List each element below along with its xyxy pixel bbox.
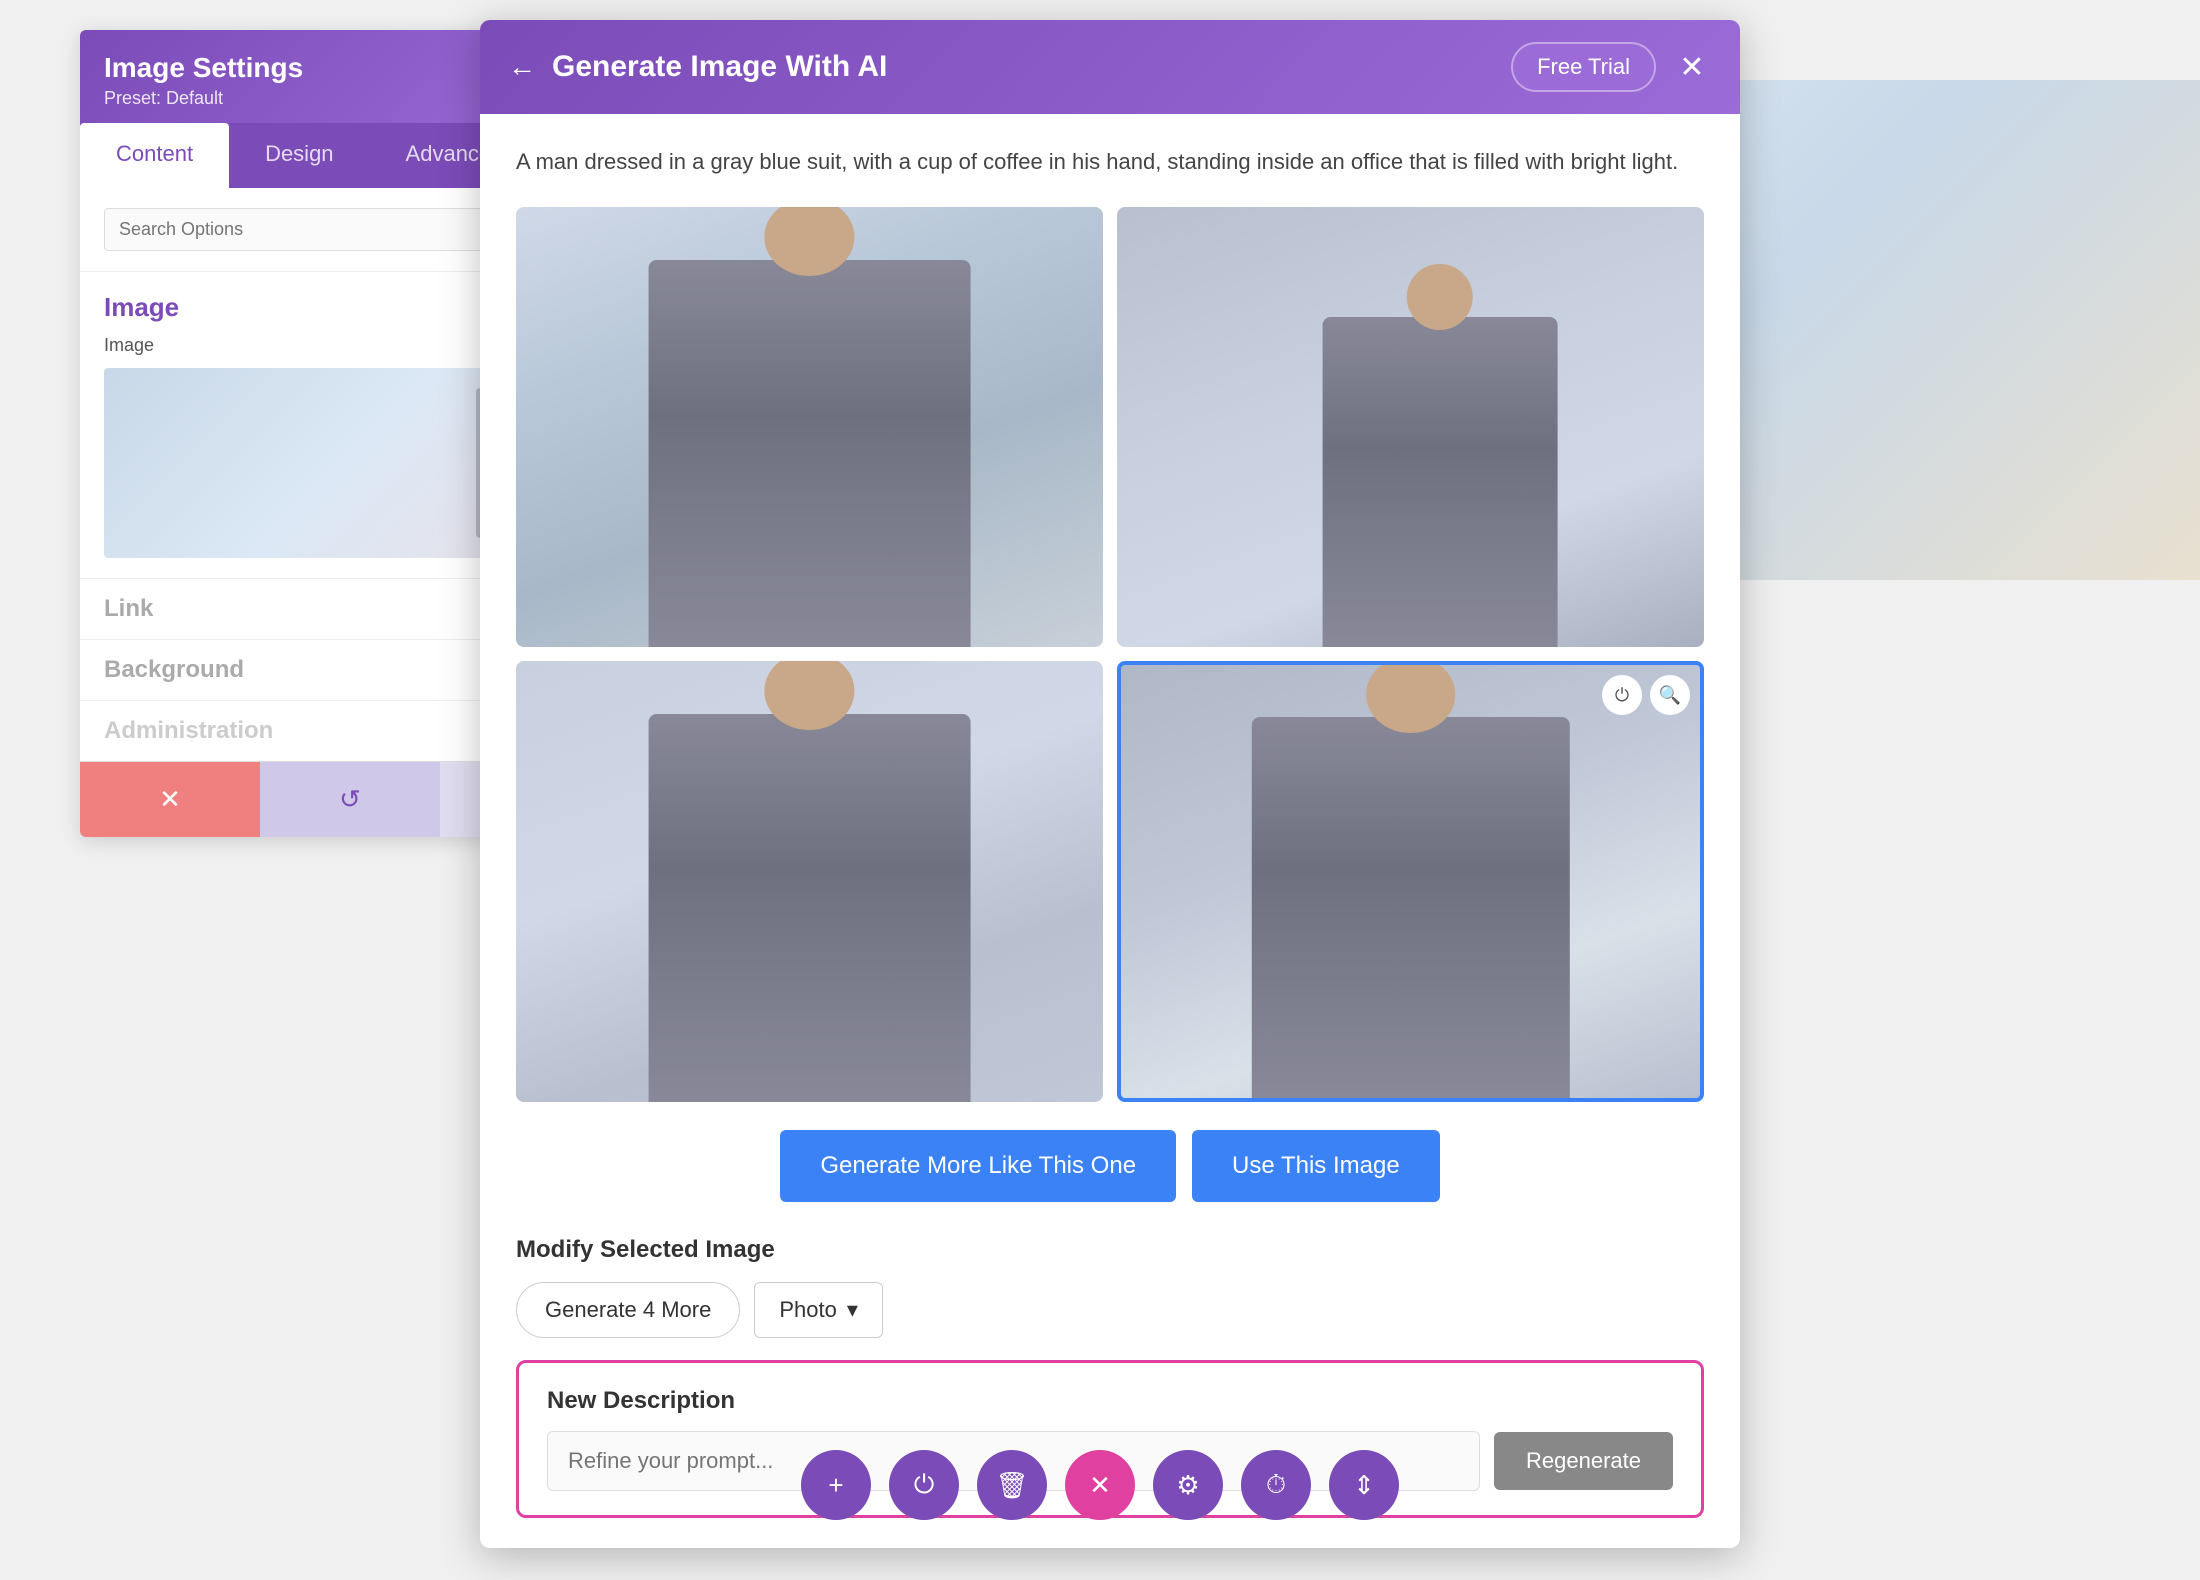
tab-content[interactable]: Content xyxy=(80,123,229,188)
generate-4-more-button[interactable]: Generate 4 More xyxy=(516,1282,740,1338)
ai-modal-title-group: ← Generate Image With AI xyxy=(508,50,887,84)
image-cell-4[interactable]: ⏻ 🔍 xyxy=(1117,661,1704,1101)
free-trial-badge[interactable]: Free Trial xyxy=(1511,42,1656,92)
person-head-4 xyxy=(1366,661,1455,732)
person-figure-1 xyxy=(648,260,971,647)
ai-modal-header: ← Generate Image With AI Free Trial ✕ xyxy=(480,20,1740,114)
ai-modal-body: A man dressed in a gray blue suit, with … xyxy=(480,114,1740,1548)
panel-title: Image Settings xyxy=(104,52,303,84)
person-head-3 xyxy=(764,661,854,729)
back-arrow-icon[interactable]: ← xyxy=(508,51,536,83)
tab-design[interactable]: Design xyxy=(229,123,369,188)
reset-button[interactable]: ↺ xyxy=(260,762,440,837)
new-desc-title: New Description xyxy=(547,1387,1673,1415)
modify-section: Modify Selected Image Generate 4 More Ph… xyxy=(516,1236,1704,1338)
image-overlay: ⏻ 🔍 xyxy=(1602,675,1690,715)
image-power-icon[interactable]: ⏻ xyxy=(1602,675,1642,715)
modify-controls: Generate 4 More Photo ▾ xyxy=(516,1282,1704,1338)
style-select[interactable]: Photo ▾ xyxy=(754,1282,883,1338)
ai-modal: ← Generate Image With AI Free Trial ✕ A … xyxy=(480,20,1740,1548)
panel-preset[interactable]: Preset: Default xyxy=(104,88,303,109)
image-cell-3[interactable] xyxy=(516,661,1103,1101)
person-figure-3 xyxy=(648,714,971,1101)
image-grid: ⏻ 🔍 xyxy=(516,207,1704,1102)
generate-more-button[interactable]: Generate More Like This One xyxy=(780,1130,1176,1202)
ai-description: A man dressed in a gray blue suit, with … xyxy=(516,144,1704,179)
ai-modal-title: Generate Image With AI xyxy=(552,50,887,84)
panel-title-group: Image Settings Preset: Default xyxy=(104,52,303,109)
close-icon[interactable]: ✕ xyxy=(1672,47,1712,87)
chevron-down-icon: ▾ xyxy=(847,1297,858,1323)
regenerate-button[interactable]: Regenerate xyxy=(1494,1432,1673,1490)
person-figure-2 xyxy=(1322,317,1557,647)
power-button[interactable]: ⏻ xyxy=(889,1450,959,1520)
ai-modal-actions: Free Trial ✕ xyxy=(1511,42,1712,92)
person-head-1 xyxy=(764,207,854,275)
bottom-toolbar: + ⏻ 🗑 ✕ ⚙ ⏱ ⇕ xyxy=(801,1450,1399,1520)
close-active-button[interactable]: ✕ xyxy=(1065,1450,1135,1520)
use-image-button[interactable]: Use This Image xyxy=(1192,1130,1440,1202)
settings-button[interactable]: ⚙ xyxy=(1153,1450,1223,1520)
add-button[interactable]: + xyxy=(801,1450,871,1520)
delete-button[interactable]: 🗑 xyxy=(977,1450,1047,1520)
history-button[interactable]: ⏱ xyxy=(1241,1450,1311,1520)
person-figure-4 xyxy=(1251,717,1569,1097)
person-head-2 xyxy=(1407,264,1473,330)
image-cell-2[interactable] xyxy=(1117,207,1704,647)
image-cell-1[interactable] xyxy=(516,207,1103,647)
modify-title: Modify Selected Image xyxy=(516,1236,1704,1264)
cancel-button[interactable]: ✕ xyxy=(80,762,260,837)
image-search-icon[interactable]: 🔍 xyxy=(1650,675,1690,715)
style-select-value: Photo xyxy=(779,1297,837,1323)
action-buttons: Generate More Like This One Use This Ima… xyxy=(516,1130,1704,1202)
resize-button[interactable]: ⇕ xyxy=(1329,1450,1399,1520)
